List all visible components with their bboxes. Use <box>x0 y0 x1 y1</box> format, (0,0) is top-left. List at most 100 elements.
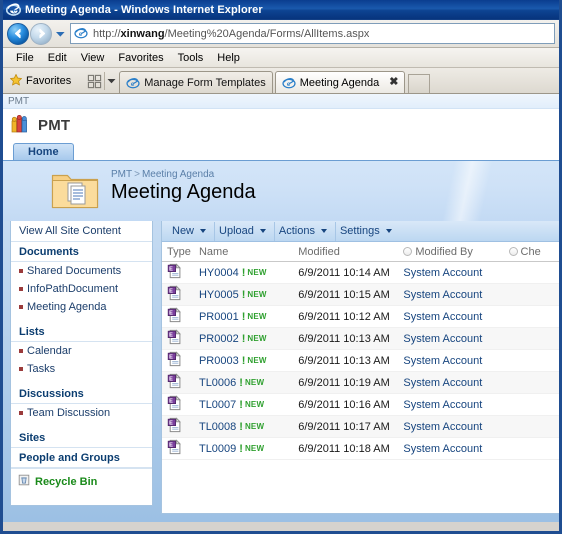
cell-name[interactable]: HY0005! NEW <box>199 289 298 301</box>
sidebar-item-tasks[interactable]: Tasks <box>11 360 152 378</box>
close-icon[interactable]: ✖ <box>389 77 398 88</box>
favorites-grid-caret[interactable] <box>104 72 117 90</box>
menu-item-favorites[interactable]: Favorites <box>111 50 170 66</box>
file-name-link[interactable]: HY0005 <box>199 289 239 301</box>
window-title: Meeting Agenda - Windows Internet Explor… <box>25 3 263 16</box>
chevron-down-icon[interactable] <box>52 23 68 45</box>
svg-text:E: E <box>169 421 173 427</box>
address-bar-row: e http://xinwang/Meeting%20Agenda/Forms/… <box>3 20 559 48</box>
column-header-modified-by[interactable]: Modified By <box>403 246 508 258</box>
toolbar-new-menu[interactable]: New <box>168 221 216 241</box>
infopath-form-icon: E <box>167 417 183 436</box>
cell-name[interactable]: TL0009! NEW <box>199 443 298 455</box>
table-row[interactable]: E TL0008! NEW 6/9/2011 10:17 AM System Accou… <box>162 416 559 438</box>
menu-item-edit[interactable]: Edit <box>41 50 74 66</box>
cell-modified: 6/9/2011 10:14 AM <box>298 266 390 279</box>
infopath-form-icon: E <box>167 307 183 326</box>
ie-tab-icon: e <box>282 76 296 90</box>
table-row[interactable]: E PR0003! NEW 6/9/2011 10:13 AM System Accou… <box>162 350 559 372</box>
chevron-down-icon <box>320 229 327 233</box>
list-column-headers: Type Name Modified Modified By Che <box>162 242 559 262</box>
cell-modified: 6/9/2011 10:12 AM <box>298 310 390 323</box>
new-tab-button[interactable] <box>408 74 431 93</box>
cell-modified-by[interactable]: System Account <box>403 377 508 389</box>
filter-icon[interactable] <box>508 247 518 256</box>
file-name-link[interactable]: TL0008 <box>199 421 236 433</box>
tabs-bar: Favorites e Manage Form Templates e Meet… <box>3 68 559 94</box>
menu-item-file[interactable]: File <box>9 50 41 66</box>
table-row[interactable]: E TL0009! NEW 6/9/2011 10:18 AM System Accou… <box>162 438 559 460</box>
top-strip-breadcrumb[interactable]: PMT <box>8 96 29 107</box>
sidebar-header-discussions: Discussions <box>11 384 152 404</box>
file-name-link[interactable]: TL0007 <box>199 399 236 411</box>
sidebar-item-shared-documents[interactable]: Shared Documents <box>11 262 152 280</box>
file-name-link[interactable]: TL0006 <box>199 377 236 389</box>
svg-text:e: e <box>287 81 291 88</box>
column-header-type[interactable]: Type <box>167 246 199 258</box>
cell-name[interactable]: PR0001! NEW <box>199 311 298 323</box>
table-row[interactable]: E HY0004! NEW 6/9/2011 10:14 AM System Accou… <box>162 262 559 284</box>
cell-modified: 6/9/2011 10:15 AM <box>298 288 390 301</box>
favorites-button[interactable]: Favorites <box>7 70 76 92</box>
chevron-down-icon <box>385 229 392 233</box>
cell-modified-by[interactable]: System Account <box>403 311 508 323</box>
sidebar-item-infopathdocument[interactable]: InfoPathDocument <box>11 280 152 298</box>
forward-button[interactable] <box>30 22 52 45</box>
favorites-grid-icon[interactable] <box>84 72 104 90</box>
document-library-folder-icon <box>51 169 99 214</box>
breadcrumb-root[interactable]: PMT <box>111 169 132 180</box>
cell-type: E <box>167 285 199 304</box>
cell-modified-by[interactable]: System Account <box>403 355 508 367</box>
cell-modified-by[interactable]: System Account <box>403 289 508 301</box>
cell-name[interactable]: TL0006! NEW <box>199 377 298 389</box>
table-row[interactable]: E PR0001! NEW 6/9/2011 10:12 AM System Accou… <box>162 306 559 328</box>
file-name-link[interactable]: PR0003 <box>199 355 239 367</box>
toolbar-upload-menu[interactable]: Upload <box>215 221 275 241</box>
file-name-link[interactable]: HY0004 <box>199 267 239 279</box>
sidebar-item-meeting-agenda[interactable]: Meeting Agenda <box>11 298 152 316</box>
filter-icon[interactable] <box>403 247 413 256</box>
file-name-link[interactable]: PR0002 <box>199 333 239 345</box>
sidebar-item-calendar[interactable]: Calendar <box>11 342 152 360</box>
site-title[interactable]: PMT <box>38 117 70 134</box>
sidebar-header-people-and-groups: People and Groups <box>11 448 152 468</box>
address-input[interactable]: e http://xinwang/Meeting%20Agenda/Forms/… <box>70 23 555 44</box>
cell-modified-by[interactable]: System Account <box>403 267 508 279</box>
table-row[interactable]: E HY0005! NEW 6/9/2011 10:15 AM System Accou… <box>162 284 559 306</box>
file-name-link[interactable]: TL0009 <box>199 443 236 455</box>
menu-item-tools[interactable]: Tools <box>171 50 211 66</box>
column-header-checked-out-to[interactable]: Che <box>508 245 559 258</box>
sidebar-item-recycle-bin[interactable]: Recycle Bin <box>11 468 152 494</box>
table-row[interactable]: E PR0002! NEW 6/9/2011 10:13 AM System Accou… <box>162 328 559 350</box>
cell-modified-by[interactable]: System Account <box>403 399 508 411</box>
cell-name[interactable]: TL0008! NEW <box>199 421 298 433</box>
cell-name[interactable]: PR0002! NEW <box>199 333 298 345</box>
cell-modified-by[interactable]: System Account <box>403 421 508 433</box>
quick-launch-sidebar: View All Site Content Documents Shared D… <box>10 221 153 506</box>
new-item-bang: ! <box>241 310 246 323</box>
cell-name[interactable]: HY0004! NEW <box>199 267 298 279</box>
tab-meeting-agenda[interactable]: e Meeting Agenda ✖ <box>274 71 406 93</box>
column-header-modified[interactable]: Modified <box>298 246 403 258</box>
menu-item-help[interactable]: Help <box>210 50 247 66</box>
sidebar-item-team-discussion[interactable]: Team Discussion <box>11 404 152 422</box>
cell-modified-by[interactable]: System Account <box>403 443 508 455</box>
cell-name[interactable]: TL0007! NEW <box>199 399 298 411</box>
column-header-label: Che <box>520 245 541 258</box>
sidebar-item-view-all-site-content[interactable]: View All Site Content <box>11 221 152 242</box>
toolbar-actions-menu[interactable]: Actions <box>275 221 336 241</box>
svg-text:E: E <box>169 311 173 317</box>
tab-manage-form-templates[interactable]: e Manage Form Templates <box>119 71 273 93</box>
toolbar-settings-menu[interactable]: Settings <box>336 222 400 241</box>
file-name-link[interactable]: PR0001 <box>199 311 239 323</box>
back-button[interactable] <box>7 22 29 45</box>
table-row[interactable]: E TL0006! NEW 6/9/2011 10:19 AM System Accou… <box>162 372 559 394</box>
menu-item-view[interactable]: View <box>74 50 112 66</box>
table-row[interactable]: E TL0007! NEW 6/9/2011 10:16 AM System Accou… <box>162 394 559 416</box>
tab-home[interactable]: Home <box>13 143 74 160</box>
cell-modified-by[interactable]: System Account <box>403 333 508 345</box>
column-header-name[interactable]: Name <box>199 246 298 258</box>
breadcrumb-current[interactable]: Meeting Agenda <box>142 169 214 180</box>
breadcrumb-separator: > <box>134 169 140 180</box>
cell-name[interactable]: PR0003! NEW <box>199 355 298 367</box>
